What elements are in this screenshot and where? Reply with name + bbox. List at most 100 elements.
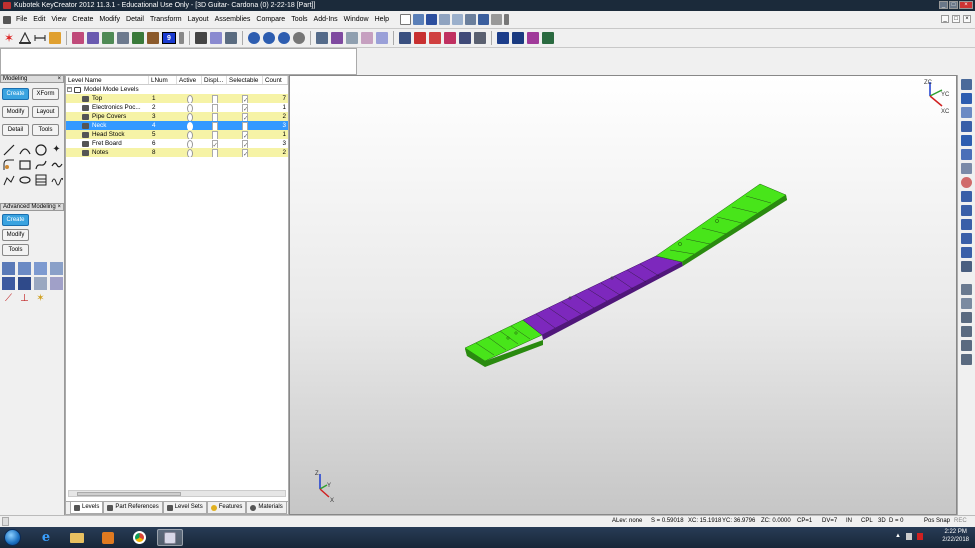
close-icon[interactable]: × (57, 76, 61, 82)
level-display-checkbox[interactable] (211, 122, 218, 130)
tab-part-references[interactable]: Part References (103, 502, 163, 514)
wave-icon[interactable] (50, 173, 63, 186)
level-selectable-checkbox[interactable]: ✓ (242, 149, 248, 157)
regen-icon[interactable] (376, 32, 388, 44)
level-row[interactable]: Pipe Covers 3 ✓ 2 (66, 112, 288, 121)
start-button[interactable] (4, 529, 21, 546)
save-icon[interactable] (425, 14, 437, 25)
view-right-icon[interactable] (293, 32, 305, 44)
markup-icon[interactable] (444, 32, 456, 44)
maximize-button[interactable]: □ (949, 1, 958, 9)
hatch-icon[interactable] (34, 173, 47, 186)
tab-level-sets[interactable]: Level Sets (162, 502, 207, 514)
line-width-icon[interactable] (147, 32, 159, 44)
status-rec[interactable]: REC (954, 516, 967, 527)
open-file-icon[interactable] (412, 14, 424, 25)
tools-button[interactable]: Tools (32, 124, 59, 136)
select-star-icon[interactable]: ✶ (4, 32, 16, 44)
layout-button[interactable]: Layout (32, 106, 59, 118)
tab-materials[interactable]: Materials (246, 502, 287, 514)
star-feature-icon[interactable]: ✶ (34, 292, 47, 305)
col-selectable[interactable]: Selectable (227, 76, 263, 84)
explode-icon[interactable] (459, 32, 471, 44)
plot-icon[interactable] (464, 14, 476, 25)
spline-icon[interactable] (34, 158, 47, 171)
volume-icon[interactable] (906, 533, 912, 540)
line-icon[interactable] (2, 143, 15, 156)
menu-layout[interactable]: Layout (185, 16, 212, 23)
level-selectable-checkbox[interactable]: ✓ (242, 140, 248, 148)
sweep-icon[interactable] (50, 262, 63, 275)
menu-file[interactable]: File (13, 16, 30, 23)
undo-icon[interactable] (477, 14, 489, 25)
minimize-button[interactable]: _ (939, 1, 948, 9)
cutting-plane-icon[interactable] (210, 32, 222, 44)
fillet-icon[interactable] (2, 158, 15, 171)
mdi-minimize-button[interactable]: _ (941, 15, 949, 23)
rotate-x-icon[interactable] (961, 284, 972, 295)
circle-icon[interactable] (34, 143, 47, 156)
search-zoom-icon[interactable] (961, 312, 972, 323)
level-row[interactable]: Electronics Poc... 2 ✓ 1 (66, 103, 288, 112)
menu-help[interactable]: Help (372, 16, 392, 23)
view-front-cube-icon[interactable] (961, 93, 972, 104)
loft-icon[interactable] (2, 277, 15, 290)
mdi-close-button[interactable]: × (963, 15, 971, 23)
status-pos-snap[interactable]: Pos Snap (924, 516, 950, 527)
snap-icon[interactable] (195, 32, 207, 44)
entity-info-icon[interactable] (49, 32, 61, 44)
close-button[interactable]: × (959, 1, 973, 9)
menu-assemblies[interactable]: Assemblies (212, 16, 254, 23)
arc-icon[interactable] (18, 143, 31, 156)
chart-icon[interactable] (414, 32, 426, 44)
level-row[interactable]: Neck 4 3 (66, 121, 288, 130)
modify-button[interactable]: Modify (2, 106, 29, 118)
redraw-icon[interactable] (361, 32, 373, 44)
view-box-icon[interactable] (961, 79, 972, 90)
menu-view[interactable]: View (48, 16, 69, 23)
level-selectable-checkbox[interactable]: ✓ (242, 104, 248, 112)
layer-dropdown-icon[interactable] (179, 32, 184, 44)
level-row[interactable]: Fret Board 6 ✓ ✓ 3 (66, 139, 288, 148)
shell-icon[interactable] (18, 277, 31, 290)
surface-icon[interactable]: ⟋ (2, 292, 15, 305)
col-active[interactable]: Active (177, 76, 202, 84)
level-active-radio[interactable] (186, 113, 193, 121)
color-icon[interactable] (117, 32, 129, 44)
media-player-taskbar-button[interactable] (95, 529, 121, 546)
adv-tools-button[interactable]: Tools (2, 244, 29, 256)
blend-icon[interactable] (50, 277, 63, 290)
gear-badge-icon[interactable] (542, 32, 554, 44)
zoom-previous-icon[interactable] (961, 247, 972, 258)
triangle-icon[interactable] (19, 31, 31, 44)
zoom-in-icon[interactable] (961, 191, 972, 202)
curve-icon[interactable] (50, 158, 63, 171)
fit-icon[interactable] (961, 354, 972, 365)
level-display-checkbox[interactable] (211, 131, 218, 139)
level-active-radio[interactable] (186, 149, 193, 157)
trim-icon[interactable]: ⊥ (18, 292, 31, 305)
xform-button[interactable]: XForm (32, 88, 59, 100)
tab-levels[interactable]: Levels (70, 502, 104, 514)
fretboard-model[interactable] (464, 183, 787, 367)
level-row[interactable]: Notes 8 ✓ 2 (66, 148, 288, 157)
status-cpl[interactable]: CPL (861, 516, 873, 527)
explorer-taskbar-button[interactable] (64, 529, 90, 546)
annotation-icon[interactable] (429, 32, 441, 44)
print-icon[interactable] (438, 14, 450, 25)
level-active-radio[interactable] (186, 131, 193, 139)
print-preview-icon[interactable] (451, 14, 463, 25)
revolve-icon[interactable] (34, 262, 47, 275)
zoom-all-icon[interactable] (961, 233, 972, 244)
keycreator-taskbar-button[interactable] (157, 529, 183, 546)
menu-window[interactable]: Window (341, 16, 372, 23)
col-level-name[interactable]: Level Name (66, 76, 149, 84)
rotate-y-icon[interactable] (961, 298, 972, 309)
line-style-icon[interactable] (132, 32, 144, 44)
clock[interactable]: 2:22 PM 2/22/2018 (942, 528, 969, 544)
pan-icon[interactable] (961, 163, 972, 174)
active-layer-box[interactable]: 9 (162, 32, 176, 44)
menu-transform[interactable]: Transform (147, 16, 185, 23)
menu-tools[interactable]: Tools (288, 16, 310, 23)
tab-features[interactable]: Features (206, 502, 247, 514)
